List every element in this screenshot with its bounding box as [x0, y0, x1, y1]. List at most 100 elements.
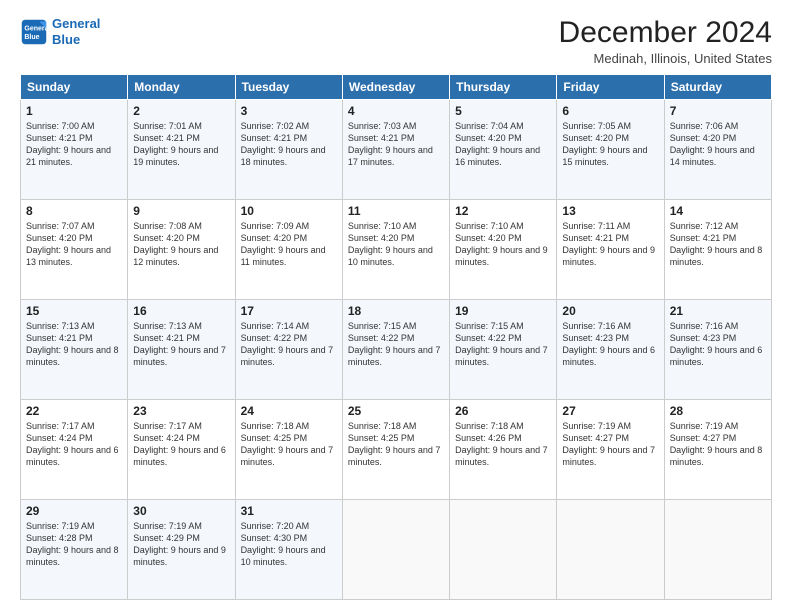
- cell-info: Sunrise: 7:17 AMSunset: 4:24 PMDaylight:…: [26, 421, 119, 467]
- cell-info: Sunrise: 7:01 AMSunset: 4:21 PMDaylight:…: [133, 121, 218, 167]
- week-row-2: 8 Sunrise: 7:07 AMSunset: 4:20 PMDayligh…: [21, 200, 772, 300]
- logo-text: General Blue: [52, 16, 100, 47]
- day-number: 18: [348, 304, 444, 318]
- cell-info: Sunrise: 7:18 AMSunset: 4:25 PMDaylight:…: [348, 421, 441, 467]
- header-row: SundayMondayTuesdayWednesdayThursdayFrid…: [21, 75, 772, 100]
- calendar-header: SundayMondayTuesdayWednesdayThursdayFrid…: [21, 75, 772, 100]
- day-number: 23: [133, 404, 229, 418]
- day-number: 4: [348, 104, 444, 118]
- day-number: 6: [562, 104, 658, 118]
- day-number: 19: [455, 304, 551, 318]
- day-header-thursday: Thursday: [450, 75, 557, 100]
- day-header-saturday: Saturday: [664, 75, 771, 100]
- title-block: December 2024 Medinah, Illinois, United …: [559, 16, 772, 66]
- week-row-4: 22 Sunrise: 7:17 AMSunset: 4:24 PMDaylig…: [21, 400, 772, 500]
- calendar-cell: 26 Sunrise: 7:18 AMSunset: 4:26 PMDaylig…: [450, 400, 557, 500]
- day-number: 13: [562, 204, 658, 218]
- day-number: 5: [455, 104, 551, 118]
- cell-info: Sunrise: 7:17 AMSunset: 4:24 PMDaylight:…: [133, 421, 226, 467]
- svg-text:Blue: Blue: [24, 34, 39, 41]
- calendar-cell: 13 Sunrise: 7:11 AMSunset: 4:21 PMDaylig…: [557, 200, 664, 300]
- calendar-cell: 29 Sunrise: 7:19 AMSunset: 4:28 PMDaylig…: [21, 500, 128, 600]
- cell-info: Sunrise: 7:13 AMSunset: 4:21 PMDaylight:…: [26, 321, 119, 367]
- calendar-cell: 27 Sunrise: 7:19 AMSunset: 4:27 PMDaylig…: [557, 400, 664, 500]
- calendar-table: SundayMondayTuesdayWednesdayThursdayFrid…: [20, 74, 772, 600]
- calendar-cell: 24 Sunrise: 7:18 AMSunset: 4:25 PMDaylig…: [235, 400, 342, 500]
- calendar-cell: 23 Sunrise: 7:17 AMSunset: 4:24 PMDaylig…: [128, 400, 235, 500]
- day-number: 27: [562, 404, 658, 418]
- cell-info: Sunrise: 7:19 AMSunset: 4:27 PMDaylight:…: [562, 421, 655, 467]
- cell-info: Sunrise: 7:15 AMSunset: 4:22 PMDaylight:…: [455, 321, 548, 367]
- day-number: 21: [670, 304, 766, 318]
- calendar-cell: 7 Sunrise: 7:06 AMSunset: 4:20 PMDayligh…: [664, 100, 771, 200]
- cell-info: Sunrise: 7:06 AMSunset: 4:20 PMDaylight:…: [670, 121, 755, 167]
- page-header: General Blue General Blue December 2024 …: [20, 16, 772, 66]
- day-header-wednesday: Wednesday: [342, 75, 449, 100]
- calendar-cell: 31 Sunrise: 7:20 AMSunset: 4:30 PMDaylig…: [235, 500, 342, 600]
- day-header-monday: Monday: [128, 75, 235, 100]
- calendar-cell: [557, 500, 664, 600]
- calendar-cell: 2 Sunrise: 7:01 AMSunset: 4:21 PMDayligh…: [128, 100, 235, 200]
- cell-info: Sunrise: 7:19 AMSunset: 4:27 PMDaylight:…: [670, 421, 763, 467]
- calendar-cell: 8 Sunrise: 7:07 AMSunset: 4:20 PMDayligh…: [21, 200, 128, 300]
- cell-info: Sunrise: 7:18 AMSunset: 4:25 PMDaylight:…: [241, 421, 334, 467]
- cell-info: Sunrise: 7:02 AMSunset: 4:21 PMDaylight:…: [241, 121, 326, 167]
- day-number: 9: [133, 204, 229, 218]
- page-subtitle: Medinah, Illinois, United States: [559, 51, 772, 66]
- day-header-friday: Friday: [557, 75, 664, 100]
- calendar-cell: 30 Sunrise: 7:19 AMSunset: 4:29 PMDaylig…: [128, 500, 235, 600]
- cell-info: Sunrise: 7:18 AMSunset: 4:26 PMDaylight:…: [455, 421, 548, 467]
- cell-info: Sunrise: 7:14 AMSunset: 4:22 PMDaylight:…: [241, 321, 334, 367]
- cell-info: Sunrise: 7:05 AMSunset: 4:20 PMDaylight:…: [562, 121, 647, 167]
- calendar-cell: 15 Sunrise: 7:13 AMSunset: 4:21 PMDaylig…: [21, 300, 128, 400]
- day-header-tuesday: Tuesday: [235, 75, 342, 100]
- calendar-cell: 16 Sunrise: 7:13 AMSunset: 4:21 PMDaylig…: [128, 300, 235, 400]
- day-number: 26: [455, 404, 551, 418]
- calendar-cell: 22 Sunrise: 7:17 AMSunset: 4:24 PMDaylig…: [21, 400, 128, 500]
- day-number: 22: [26, 404, 122, 418]
- calendar-cell: 4 Sunrise: 7:03 AMSunset: 4:21 PMDayligh…: [342, 100, 449, 200]
- day-number: 28: [670, 404, 766, 418]
- calendar-cell: 11 Sunrise: 7:10 AMSunset: 4:20 PMDaylig…: [342, 200, 449, 300]
- cell-info: Sunrise: 7:12 AMSunset: 4:21 PMDaylight:…: [670, 221, 763, 267]
- calendar-cell: 20 Sunrise: 7:16 AMSunset: 4:23 PMDaylig…: [557, 300, 664, 400]
- logo-icon: General Blue: [20, 18, 48, 46]
- day-number: 3: [241, 104, 337, 118]
- cell-info: Sunrise: 7:00 AMSunset: 4:21 PMDaylight:…: [26, 121, 111, 167]
- cell-info: Sunrise: 7:19 AMSunset: 4:28 PMDaylight:…: [26, 521, 119, 567]
- calendar-cell: 3 Sunrise: 7:02 AMSunset: 4:21 PMDayligh…: [235, 100, 342, 200]
- calendar-cell: [342, 500, 449, 600]
- day-number: 20: [562, 304, 658, 318]
- week-row-3: 15 Sunrise: 7:13 AMSunset: 4:21 PMDaylig…: [21, 300, 772, 400]
- calendar-cell: 25 Sunrise: 7:18 AMSunset: 4:25 PMDaylig…: [342, 400, 449, 500]
- week-row-1: 1 Sunrise: 7:00 AMSunset: 4:21 PMDayligh…: [21, 100, 772, 200]
- calendar-cell: 21 Sunrise: 7:16 AMSunset: 4:23 PMDaylig…: [664, 300, 771, 400]
- cell-info: Sunrise: 7:09 AMSunset: 4:20 PMDaylight:…: [241, 221, 326, 267]
- calendar-cell: 19 Sunrise: 7:15 AMSunset: 4:22 PMDaylig…: [450, 300, 557, 400]
- day-number: 10: [241, 204, 337, 218]
- cell-info: Sunrise: 7:07 AMSunset: 4:20 PMDaylight:…: [26, 221, 111, 267]
- calendar-cell: 18 Sunrise: 7:15 AMSunset: 4:22 PMDaylig…: [342, 300, 449, 400]
- calendar-cell: 1 Sunrise: 7:00 AMSunset: 4:21 PMDayligh…: [21, 100, 128, 200]
- cell-info: Sunrise: 7:10 AMSunset: 4:20 PMDaylight:…: [348, 221, 433, 267]
- day-number: 1: [26, 104, 122, 118]
- calendar-cell: 12 Sunrise: 7:10 AMSunset: 4:20 PMDaylig…: [450, 200, 557, 300]
- day-number: 25: [348, 404, 444, 418]
- calendar-cell: 14 Sunrise: 7:12 AMSunset: 4:21 PMDaylig…: [664, 200, 771, 300]
- cell-info: Sunrise: 7:11 AMSunset: 4:21 PMDaylight:…: [562, 221, 655, 267]
- calendar-cell: [450, 500, 557, 600]
- calendar-cell: 17 Sunrise: 7:14 AMSunset: 4:22 PMDaylig…: [235, 300, 342, 400]
- cell-info: Sunrise: 7:08 AMSunset: 4:20 PMDaylight:…: [133, 221, 218, 267]
- cell-info: Sunrise: 7:20 AMSunset: 4:30 PMDaylight:…: [241, 521, 326, 567]
- cell-info: Sunrise: 7:13 AMSunset: 4:21 PMDaylight:…: [133, 321, 226, 367]
- calendar-cell: 5 Sunrise: 7:04 AMSunset: 4:20 PMDayligh…: [450, 100, 557, 200]
- day-number: 2: [133, 104, 229, 118]
- calendar-page: General Blue General Blue December 2024 …: [0, 0, 792, 612]
- day-number: 24: [241, 404, 337, 418]
- page-title: December 2024: [559, 16, 772, 49]
- calendar-body: 1 Sunrise: 7:00 AMSunset: 4:21 PMDayligh…: [21, 100, 772, 600]
- logo: General Blue General Blue: [20, 16, 100, 47]
- cell-info: Sunrise: 7:10 AMSunset: 4:20 PMDaylight:…: [455, 221, 548, 267]
- day-number: 30: [133, 504, 229, 518]
- day-header-sunday: Sunday: [21, 75, 128, 100]
